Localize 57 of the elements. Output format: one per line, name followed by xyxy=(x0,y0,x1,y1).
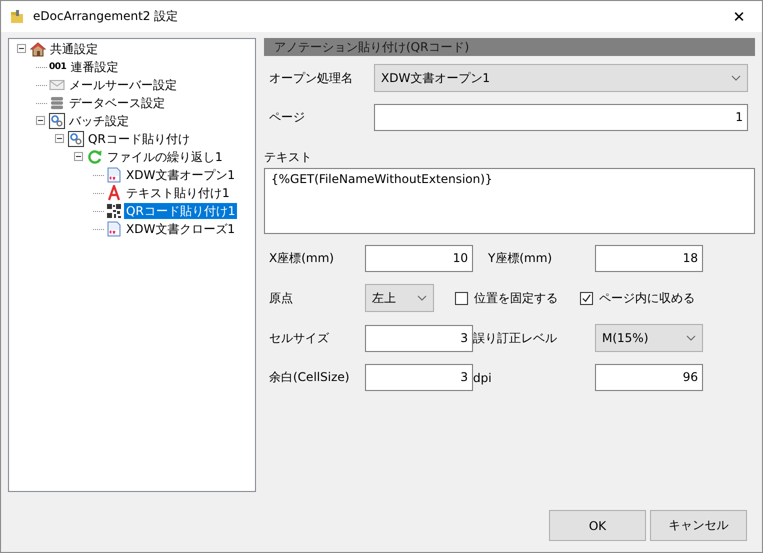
field-label: セルサイズ xyxy=(269,330,330,346)
dpi-field[interactable]: 96 xyxy=(595,364,703,391)
field-label: dpi xyxy=(473,370,493,384)
dialog-button[interactable]: キャンセル xyxy=(650,510,747,541)
tree-item[interactable]: テキスト貼り付け1 xyxy=(124,185,232,201)
tree-item[interactable]: バッチ設定 xyxy=(67,113,131,129)
section-header: アノテーション貼り付け(QRコード) xyxy=(264,38,755,56)
tree-item[interactable]: 連番設定 xyxy=(68,59,120,75)
open-name-dropdown[interactable]: XDW文書オープン1 xyxy=(374,64,748,92)
field-label: ページ xyxy=(269,109,306,126)
document-icon xyxy=(106,167,122,183)
window-title: eDocArrangement2 設定 xyxy=(33,8,180,25)
collapse-toggle[interactable] xyxy=(55,134,66,144)
origin-dropdown[interactable]: 左上 xyxy=(365,284,434,312)
margin-field[interactable]: 3 xyxy=(365,364,473,391)
checkbox[interactable] xyxy=(455,292,468,304)
checkbox-label: 位置を固定する xyxy=(474,290,558,306)
tree-item[interactable]: 共通設定 xyxy=(48,41,100,57)
tree-item[interactable]: メールサーバー設定 xyxy=(67,77,179,93)
caret-icon xyxy=(731,75,741,81)
page-field[interactable]: 1 xyxy=(374,104,748,131)
text-area[interactable]: {%GET(FileNameWithoutExtension)} xyxy=(264,168,755,234)
house-icon xyxy=(30,41,46,57)
counter-label: 001 xyxy=(49,61,66,73)
close-button[interactable]: ✕ xyxy=(716,8,762,26)
qr-code-icon xyxy=(106,203,122,219)
field-label: オープン処理名 xyxy=(269,70,354,86)
field-label: 余白(CellSize) xyxy=(269,369,350,386)
tree-item[interactable]: QRコード貼り付け xyxy=(86,131,192,147)
tree-item[interactable]: データベース設定 xyxy=(67,95,167,111)
collapse-toggle[interactable] xyxy=(17,44,28,54)
collapse-toggle[interactable] xyxy=(74,152,85,162)
error-level-dropdown[interactable]: M(15%) xyxy=(595,324,703,352)
field-label: Y座標(mm) xyxy=(487,250,554,267)
letter-a-icon xyxy=(106,185,122,201)
field-label: X座標(mm) xyxy=(269,250,335,267)
database-icon xyxy=(49,95,65,111)
tree-item[interactable]: XDW文書クローズ1 xyxy=(124,221,237,237)
loop-arrow-icon xyxy=(87,149,103,165)
x-field[interactable]: 10 xyxy=(365,245,473,272)
document-icon xyxy=(106,221,122,237)
y-field[interactable]: 18 xyxy=(595,245,703,272)
tree-item[interactable]: ファイルの繰り返し1 xyxy=(105,149,225,165)
envelope-icon xyxy=(49,77,65,93)
cell-size-field[interactable]: 3 xyxy=(365,324,473,352)
caret-icon xyxy=(417,295,427,301)
tree-item[interactable]: XDW文書オープン1 xyxy=(124,167,237,183)
checkbox[interactable] xyxy=(580,292,593,304)
field-label: 原点 xyxy=(269,290,294,306)
caret-icon xyxy=(686,335,696,341)
tree-item[interactable]: QRコード貼り付け1 xyxy=(124,203,238,219)
field-label: 誤り訂正レベル xyxy=(473,330,558,346)
checkbox-label: ページ内に収める xyxy=(599,290,695,306)
field-label: テキスト xyxy=(264,149,313,166)
collapse-toggle[interactable] xyxy=(36,116,47,126)
dialog-button[interactable]: OK xyxy=(549,510,646,541)
folder-icon xyxy=(9,8,25,24)
